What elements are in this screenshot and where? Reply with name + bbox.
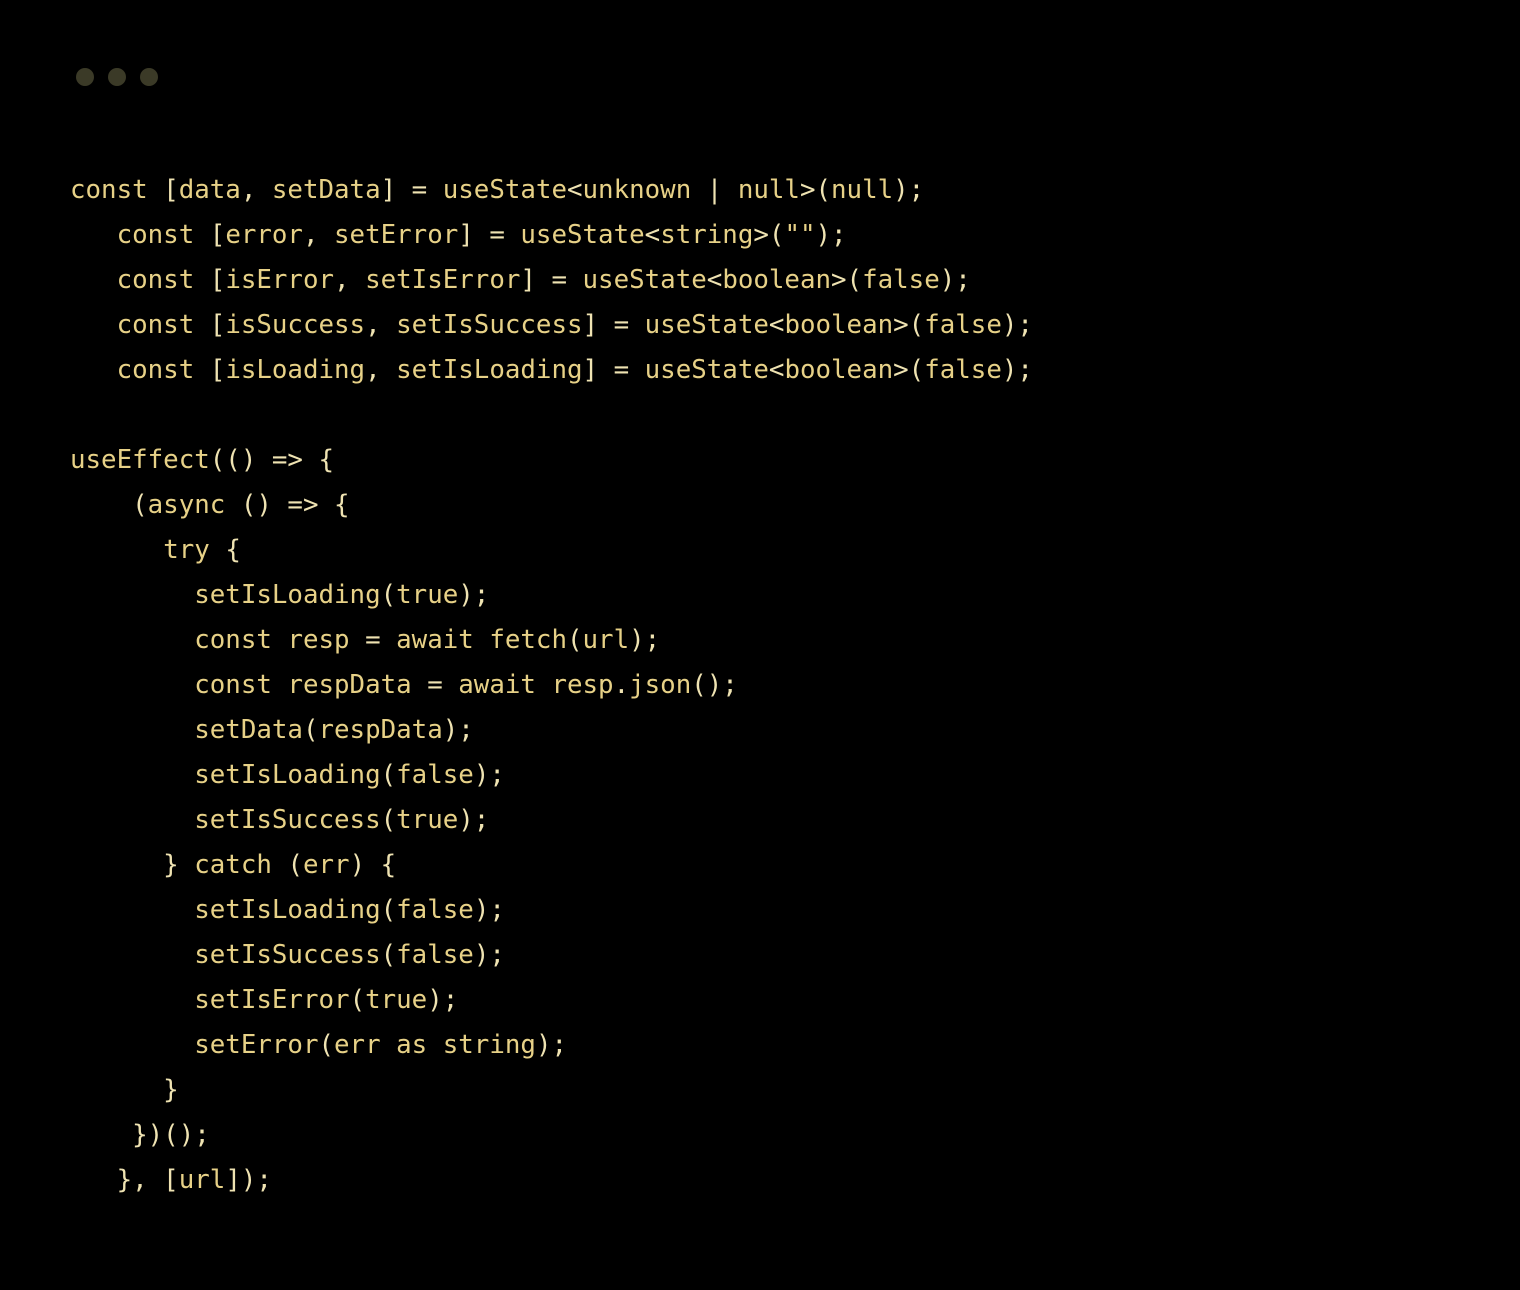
- zoom-button[interactable]: [140, 68, 158, 86]
- code-block[interactable]: const [data, setData] = useState<unknown…: [70, 168, 1033, 1203]
- code-window: const [data, setData] = useState<unknown…: [0, 0, 1520, 1290]
- close-button[interactable]: [76, 68, 94, 86]
- minimize-button[interactable]: [108, 68, 126, 86]
- window-controls: [76, 68, 158, 86]
